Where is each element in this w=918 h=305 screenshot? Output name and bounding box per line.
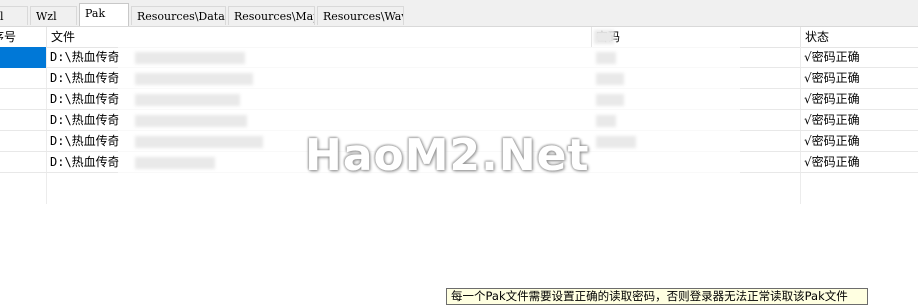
status-cell: √密码正确 [804,50,860,64]
status-cell: √密码正确 [804,113,860,127]
tab-label: Resources\Wav [323,10,404,23]
column-header-index[interactable]: 序号 [0,27,46,47]
tooltip: 每一个Pak文件需要设置正确的读取密码，否则登录器无法正常读取该Pak文件 [446,288,868,305]
column-header-status[interactable]: 状态 [801,27,918,47]
redacted-text [135,73,253,85]
tab-label: Pak [85,7,106,20]
status-cell: √密码正确 [804,71,860,85]
redacted-text [596,73,624,85]
redacted-text [596,115,616,127]
redacted-text [135,94,240,106]
tab-resources-map[interactable]: Resources\Map [228,6,315,25]
tab-label: l [0,10,4,23]
watermark: HaoM2.Net [305,130,590,181]
row-selection-highlight [0,47,46,68]
redacted-text [135,52,245,64]
redacted-text [594,30,614,44]
tab-l[interactable]: l [0,6,28,25]
tab-label: Resources\Map [234,10,315,23]
redacted-text [135,157,215,169]
redacted-text [596,52,616,64]
redacted-text [135,136,263,148]
redacted-text [596,136,636,148]
tab-resources-wav[interactable]: Resources\Wav [317,6,404,25]
tab-label: Resources\Data [137,10,225,23]
redacted-text [596,94,624,106]
list-header: 序号 文件 密码 状态 [0,27,918,48]
column-header-file[interactable]: 文件 [47,27,591,47]
tab-bar: l Wzl Pak Resources\Data Resources\Map R… [0,0,918,27]
redacted-text [135,115,247,127]
tab-wzl[interactable]: Wzl [30,6,77,25]
status-cell: √密码正确 [804,155,860,169]
tab-label: Wzl [36,10,57,23]
tab-pak[interactable]: Pak [79,3,129,27]
status-cell: √密码正确 [804,134,860,148]
tab-resources-data[interactable]: Resources\Data [131,6,226,25]
column-header-password[interactable]: 密码 [592,27,800,47]
status-cell: √密码正确 [804,92,860,106]
